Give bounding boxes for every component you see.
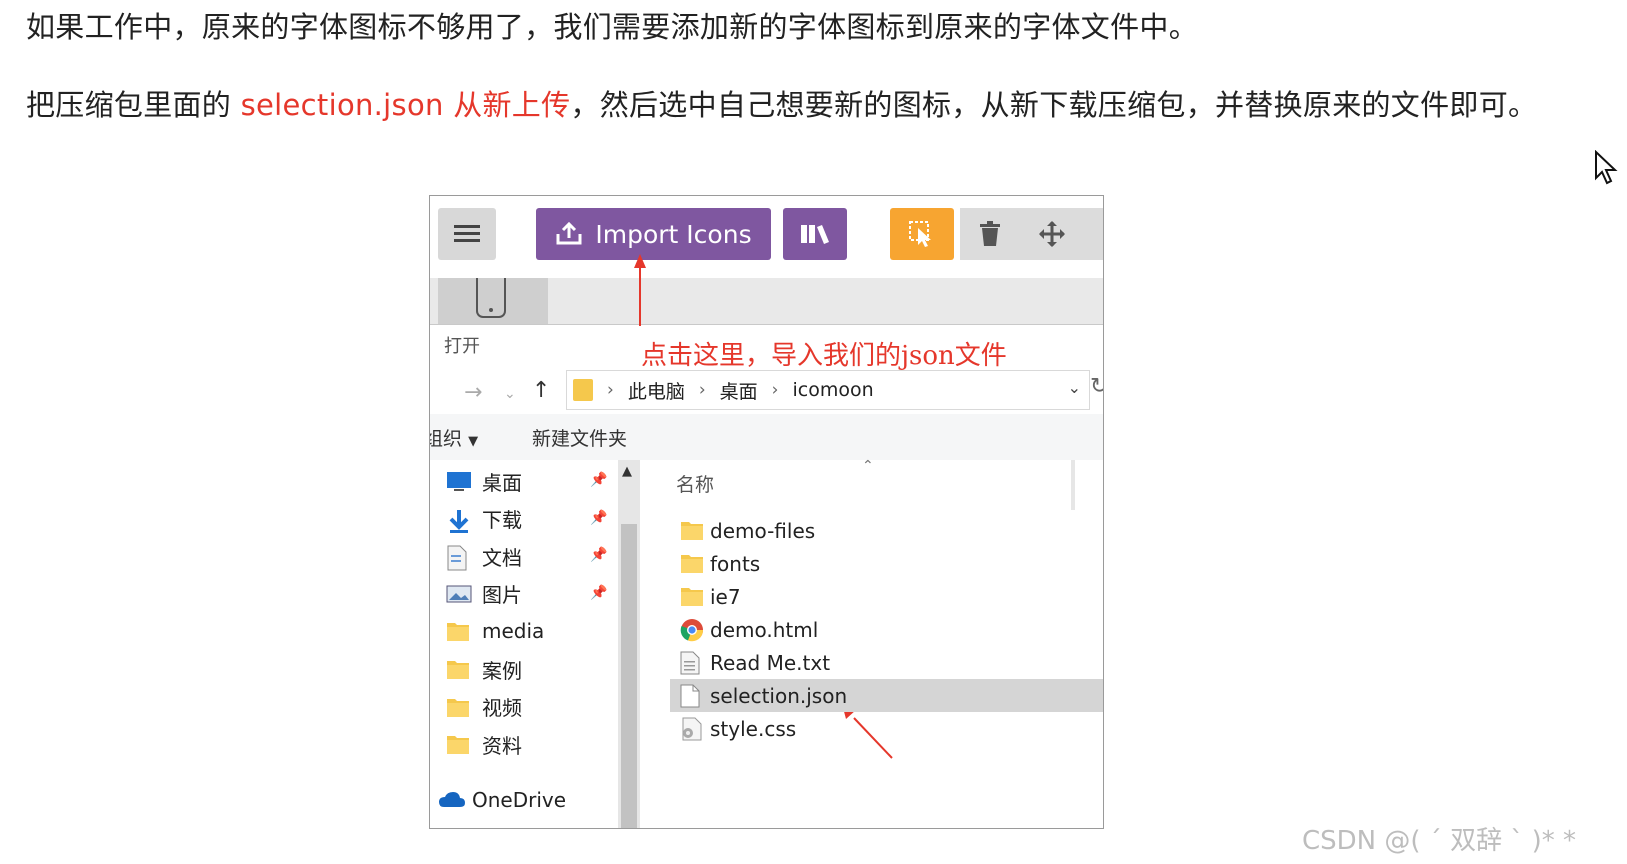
embedded-screenshot: Import Icons 打开 点击这里，导入我们的json文件 → ⌄ ↑ › (429, 195, 1104, 829)
scroll-up-icon[interactable]: ▲ (622, 464, 632, 479)
folder-icon (446, 620, 472, 642)
command-bar: 组织 ▼ 新建文件夹 (430, 414, 1103, 460)
annotation-text: 点击这里，导入我们的json文件 (641, 341, 1007, 371)
folder-icon (446, 658, 472, 680)
cloud-icon (439, 792, 465, 807)
folder-icon (680, 519, 703, 543)
scrollbar-thumb[interactable] (621, 524, 637, 828)
nav-item-label: 下载 (482, 508, 522, 533)
chrome-icon (680, 618, 704, 642)
folder-icon (446, 696, 472, 718)
instruction-text-after: ，然后选中自己想要新的图标，从新下载压缩包，并替换原来的文件即可。 (570, 88, 1538, 122)
instruction-paragraph: 把压缩包里面的 selection.json 从新上传，然后选中自己想要新的图标… (26, 82, 1537, 124)
nav-item[interactable]: 资料 (446, 727, 522, 761)
dialog-title: 打开 (444, 336, 480, 357)
navigation-pane: 桌面 📌 下载 📌 文档 📌 图片 📌 media 案例视频资料 (430, 460, 618, 828)
chevron-right-icon: › (698, 380, 706, 400)
file-row[interactable]: demo.html (670, 613, 1103, 646)
instruction-highlight: selection.json 从新上传 (240, 88, 571, 122)
address-bar[interactable]: › 此电脑 › 桌面 › icomoon ⌄ (566, 370, 1090, 410)
pin-icon[interactable]: 📌 (590, 510, 607, 526)
intro-paragraph: 如果工作中，原来的字体图标不够用了，我们需要添加新的字体图标到原来的字体文件中。 (26, 10, 1199, 44)
arrow-head-up (634, 254, 646, 268)
onedrive-label: OneDrive (472, 788, 567, 812)
nav-item[interactable]: 下载 (446, 502, 522, 536)
recent-chevron-icon[interactable]: ⌄ (504, 386, 516, 402)
file-row[interactable]: style.css (670, 712, 1103, 745)
nav-item-label: 图片 (482, 583, 522, 608)
column-header-name[interactable]: 名称 (676, 470, 714, 497)
chevron-right-icon: › (771, 380, 779, 400)
refresh-icon[interactable]: ↻ (1090, 374, 1103, 399)
nav-item-label: 案例 (482, 658, 522, 683)
breadcrumb-this-pc[interactable]: 此电脑 (628, 377, 685, 404)
nav-item[interactable]: 桌面 (446, 464, 522, 498)
instruction-text-before: 把压缩包里面的 (26, 88, 241, 122)
document-icon (446, 545, 472, 571)
nav-item-label: 桌面 (482, 470, 522, 495)
chevron-right-icon: › (607, 380, 614, 400)
picture-icon (446, 583, 472, 605)
nav-item[interactable]: 案例 (446, 652, 522, 686)
nav-item-label: media (482, 619, 545, 644)
pin-icon[interactable]: 📌 (590, 547, 607, 563)
list-scrollbar[interactable] (1071, 460, 1075, 510)
breadcrumb-icomoon[interactable]: icomoon (792, 379, 873, 401)
file-name: style.css (710, 716, 797, 741)
new-folder-button[interactable]: 新建文件夹 (532, 424, 627, 451)
download-icon (446, 508, 472, 533)
file-row[interactable]: fonts (670, 547, 1103, 580)
nav-item[interactable]: media (446, 614, 544, 648)
up-arrow-icon[interactable]: ↑ (532, 378, 550, 403)
chevron-down-icon[interactable]: ⌄ (1068, 378, 1081, 397)
folder-icon (446, 733, 472, 755)
file-name: demo-files (710, 518, 816, 543)
nav-item-label: 视频 (482, 696, 522, 721)
desktop-icon (446, 470, 472, 492)
file-name: demo.html (710, 617, 819, 642)
nav-item-onedrive[interactable]: OneDrive (438, 788, 566, 812)
file-row[interactable]: Read Me.txt (670, 646, 1103, 679)
file-row[interactable]: selection.json (670, 679, 1103, 712)
caret-down-icon: ▼ (468, 434, 479, 449)
folder-icon (680, 552, 703, 576)
text-file-icon (680, 651, 700, 675)
nav-item[interactable]: 文档 (446, 539, 522, 573)
nav-item[interactable]: 视频 (446, 690, 522, 724)
pin-icon[interactable]: 📌 (590, 585, 607, 601)
file-row[interactable]: ie7 (670, 580, 1103, 613)
file-name: ie7 (710, 584, 741, 609)
css-file-icon (680, 717, 702, 741)
file-icon (680, 684, 700, 708)
nav-item-label: 文档 (482, 545, 522, 570)
file-name: fonts (710, 551, 761, 576)
nav-item[interactable]: 图片 (446, 577, 522, 611)
file-name: Read Me.txt (710, 650, 831, 675)
sort-caret-icon: ⌃ (862, 458, 874, 474)
folder-icon (680, 585, 703, 609)
nav-scrollbar[interactable]: ▲ (618, 460, 640, 828)
breadcrumb-desktop[interactable]: 桌面 (720, 377, 758, 404)
organize-menu[interactable]: 组织 ▼ (430, 424, 479, 451)
watermark: CSDN @( ´ 双辞 ` )* * (1302, 826, 1577, 856)
nav-item-label: 资料 (482, 733, 522, 758)
mouse-cursor-icon (1594, 149, 1620, 190)
file-row[interactable]: demo-files (670, 514, 1103, 547)
file-name: selection.json (710, 683, 848, 708)
forward-arrow-icon[interactable]: → (464, 380, 482, 405)
pin-icon[interactable]: 📌 (590, 472, 607, 488)
folder-icon (573, 379, 593, 401)
